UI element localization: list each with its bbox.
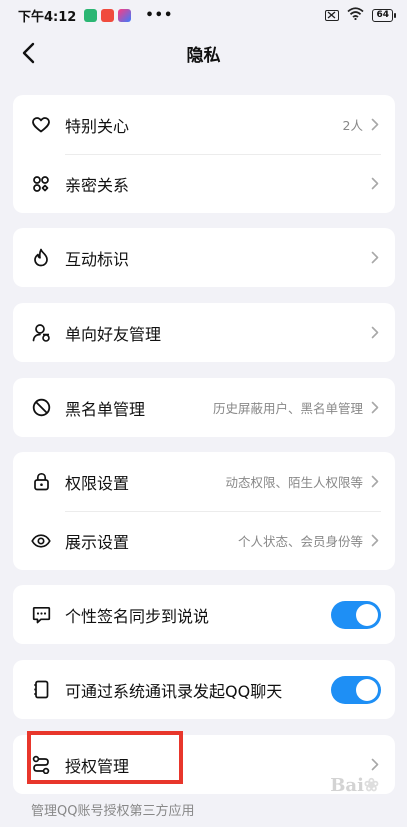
contacts-chat-toggle[interactable] — [331, 675, 381, 704]
signature-sync-toggle[interactable] — [331, 600, 381, 629]
row-permission-settings[interactable]: 权限设置 动态权限、陌生人权限等 — [13, 452, 395, 511]
settings-group: 个性签名同步到说说 — [13, 585, 395, 644]
row-blacklist[interactable]: 黑名单管理 历史屏蔽用户、黑名单管理 — [13, 378, 395, 437]
row-label: 黑名单管理 — [65, 399, 146, 419]
user-manage-icon — [31, 323, 51, 343]
battery-icon: 64 — [372, 8, 396, 22]
settings-group: 黑名单管理 历史屏蔽用户、黑名单管理 — [13, 378, 395, 437]
wifi-icon — [347, 6, 365, 24]
nav-bar: 隐私 — [0, 30, 407, 76]
chevron-right-icon — [369, 118, 381, 132]
app-notification-icon — [101, 8, 115, 22]
toggle-knob — [356, 678, 378, 701]
chevron-right-icon — [369, 758, 381, 772]
heart-icon — [31, 115, 51, 135]
back-button[interactable] — [14, 38, 42, 68]
row-signature-sync: 个性签名同步到说说 — [13, 585, 395, 644]
chevron-right-icon — [369, 251, 381, 265]
row-one-way-friends[interactable]: 单向好友管理 — [13, 303, 395, 362]
sim-status-icon — [325, 9, 340, 21]
row-special-care[interactable]: 特别关心 2人 — [13, 95, 395, 154]
contacts-icon — [31, 680, 51, 700]
toggle-knob — [356, 603, 378, 626]
page-title: 隐私 — [186, 45, 221, 66]
block-icon — [31, 398, 51, 418]
row-value: 个人状态、会员身份等 — [237, 534, 363, 549]
chevron-right-icon — [369, 177, 381, 191]
row-label: 特别关心 — [65, 116, 130, 136]
chevron-right-icon — [369, 475, 381, 489]
row-label: 可通过系统通讯录发起QQ聊天 — [65, 681, 283, 701]
app-notification-icon — [84, 8, 98, 22]
row-label: 互动标识 — [65, 249, 130, 269]
settings-group: 单向好友管理 — [13, 303, 395, 362]
row-value: 动态权限、陌生人权限等 — [225, 475, 363, 490]
more-notifications-icon: ••• — [145, 7, 174, 23]
settings-group: 特别关心 2人 亲密关系 — [13, 95, 395, 213]
settings-group: 可通过系统通讯录发起QQ聊天 — [13, 660, 395, 719]
row-value: 历史屏蔽用户、黑名单管理 — [212, 401, 363, 416]
row-label: 亲密关系 — [65, 175, 130, 195]
chevron-right-icon — [369, 534, 381, 548]
flame-icon — [31, 248, 51, 268]
row-label: 权限设置 — [65, 473, 130, 493]
settings-group: 互动标识 — [13, 228, 395, 287]
row-label: 展示设置 — [65, 532, 130, 552]
row-label: 单向好友管理 — [65, 324, 162, 344]
row-interaction-badge[interactable]: 互动标识 — [13, 228, 395, 287]
baidu-watermark-logo: Bai❀ — [330, 775, 379, 796]
chevron-right-icon — [369, 401, 381, 415]
row-intimate-relation[interactable]: 亲密关系 — [13, 154, 395, 213]
authorization-icon — [31, 755, 51, 775]
row-value: 2人 — [342, 118, 363, 133]
chevron-left-icon — [22, 42, 35, 64]
eye-icon — [31, 531, 51, 551]
status-bar: 下午4:12 ••• 64 — [0, 0, 407, 30]
app-notification-icon — [118, 8, 132, 22]
settings-group: 权限设置 动态权限、陌生人权限等 展示设置 个人状态、会员身份等 — [13, 452, 395, 570]
signature-icon — [31, 605, 51, 625]
row-label: 授权管理 — [65, 756, 130, 776]
intimacy-icon — [31, 174, 51, 194]
row-display-settings[interactable]: 展示设置 个人状态、会员身份等 — [13, 511, 395, 570]
section-footnote: 管理QQ账号授权第三方应用 — [31, 804, 195, 819]
row-label: 个性签名同步到说说 — [65, 606, 210, 626]
row-contacts-chat: 可通过系统通讯录发起QQ聊天 — [13, 660, 395, 719]
status-time: 下午4:12 — [18, 9, 77, 25]
lock-icon — [31, 472, 51, 492]
chevron-right-icon — [369, 326, 381, 340]
